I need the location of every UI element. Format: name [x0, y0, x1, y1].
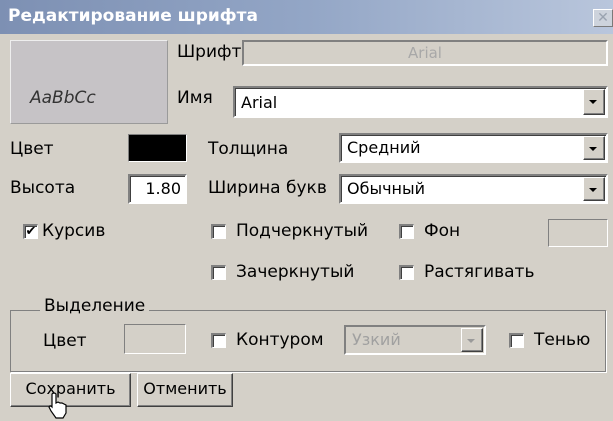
thickness-select-value: Средний: [347, 138, 421, 157]
outline-width-value: Узкий: [352, 330, 401, 349]
selection-color-swatch[interactable]: [124, 324, 186, 354]
window-title: Редактирование шрифта: [8, 6, 259, 26]
letter-width-select-value: Обычный: [347, 179, 426, 198]
height-input[interactable]: 1.80: [128, 174, 187, 204]
font-field-value: Arial: [408, 44, 442, 62]
font-editor-dialog: Редактирование шрифта ✕ AaBbCc Шрифт Ari…: [0, 0, 613, 421]
selection-color-label: Цвет: [43, 331, 87, 351]
thickness-select[interactable]: Средний: [339, 133, 608, 163]
underline-label: Подчеркнутый: [236, 221, 369, 241]
name-select[interactable]: Arial: [233, 86, 608, 118]
stretch-label: Растягивать: [424, 262, 535, 282]
name-label: Имя: [177, 88, 213, 108]
italic-label: Курсив: [42, 221, 106, 241]
shadow-label: Тенью: [534, 330, 591, 350]
title-bar[interactable]: Редактирование шрифта ✕: [0, 0, 613, 34]
thickness-label: Толщина: [208, 139, 289, 159]
font-label: Шрифт: [177, 42, 242, 62]
cancel-button[interactable]: Отменить: [137, 373, 233, 407]
letter-width-dropdown-arrow-icon[interactable]: [583, 177, 605, 201]
strikeout-checkbox[interactable]: [211, 265, 226, 280]
outline-width-dropdown-arrow-icon: [461, 328, 483, 352]
thickness-dropdown-arrow-icon[interactable]: [583, 136, 605, 160]
close-icon[interactable]: ✕: [593, 9, 613, 27]
mouse-pointer-icon: [48, 392, 67, 419]
name-select-value: Arial: [241, 93, 278, 112]
color-label: Цвет: [10, 139, 54, 159]
font-field: Arial: [242, 40, 608, 66]
outline-width-select: Узкий: [344, 325, 486, 355]
underline-checkbox[interactable]: [211, 224, 226, 239]
height-label: Высота: [10, 178, 76, 198]
outline-label: Контуром: [236, 330, 324, 350]
letter-width-select[interactable]: Обычный: [339, 174, 608, 204]
stretch-checkbox[interactable]: [399, 265, 414, 280]
italic-checkbox[interactable]: ✔: [23, 224, 38, 239]
shadow-checkbox[interactable]: [509, 333, 524, 348]
background-label: Фон: [424, 221, 461, 241]
background-color-swatch[interactable]: [548, 219, 608, 247]
outline-checkbox[interactable]: [211, 333, 226, 348]
font-preview-sample: AaBbCc: [30, 88, 96, 108]
font-preview-box: [10, 40, 168, 124]
strikeout-label: Зачеркнутый: [236, 262, 355, 282]
letter-width-label: Ширина букв: [208, 178, 327, 198]
height-input-value: 1.80: [145, 179, 181, 198]
background-checkbox[interactable]: [399, 224, 414, 239]
selection-legend: Выделение: [40, 296, 150, 316]
text-color-swatch[interactable]: [128, 134, 187, 162]
name-dropdown-arrow-icon[interactable]: [583, 89, 605, 115]
